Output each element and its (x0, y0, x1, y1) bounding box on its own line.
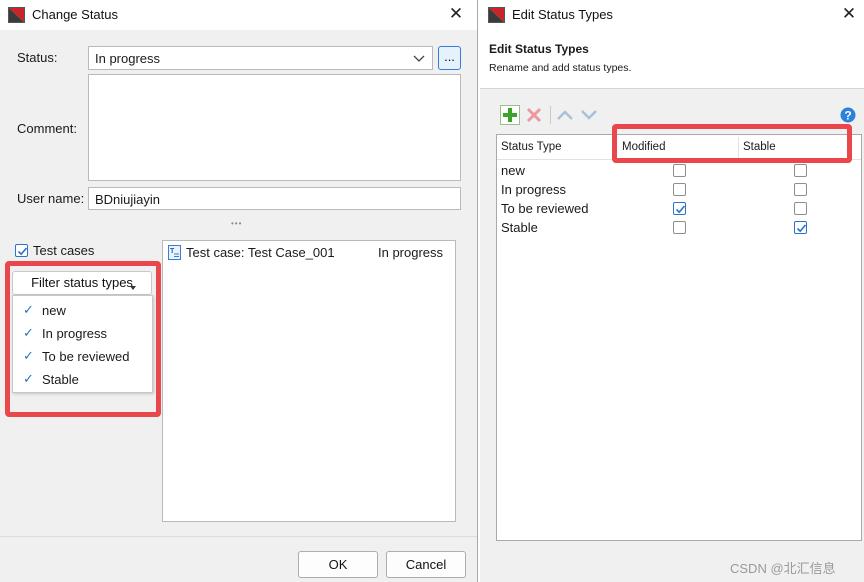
ok-label: OK (328, 557, 348, 572)
comment-field[interactable] (88, 74, 461, 181)
move-down-icon[interactable] (581, 110, 597, 120)
toolbar-separator (550, 106, 551, 124)
cancel-button[interactable]: Cancel (386, 551, 466, 578)
table-row[interactable]: Stable (497, 218, 861, 237)
change-status-dialog: Change Status ✕ Status: In progress ... … (0, 0, 477, 582)
title-bar: Change Status ✕ (0, 0, 477, 30)
close-icon[interactable]: ✕ (447, 5, 465, 23)
modified-checkbox[interactable] (673, 221, 686, 234)
chevron-down-icon (413, 55, 425, 62)
app-icon (488, 7, 505, 23)
stable-checkbox[interactable] (794, 221, 807, 234)
status-type-name: In progress (501, 182, 567, 197)
table-row[interactable]: To be reviewed (497, 199, 861, 218)
test-case-status: In progress (378, 245, 444, 260)
dialog-title: Edit Status Types (512, 7, 613, 22)
splitter-handle[interactable]: ••• (231, 219, 242, 228)
test-case-list[interactable]: T Test case: Test Case_001 In progress (162, 240, 456, 522)
header-divider (480, 88, 864, 89)
username-label: User name: (17, 191, 85, 206)
status-value: In progress (95, 51, 161, 66)
ok-button[interactable]: OK (298, 551, 378, 578)
status-type-name: Stable (501, 220, 538, 235)
test-cases-label: Test cases (33, 243, 95, 258)
filter-highlight-box (5, 261, 161, 417)
dialog-title: Change Status (32, 7, 119, 22)
column-header-status-type[interactable]: Status Type (501, 141, 562, 153)
modified-checkbox[interactable] (673, 183, 686, 196)
status-label: Status: (17, 50, 58, 65)
app-icon (8, 7, 25, 23)
title-bar: Edit Status Types ✕ Edit Status Types Re… (480, 0, 864, 88)
dialog-subheading: Rename and add status types. (489, 62, 632, 74)
columns-highlight-box (612, 124, 852, 163)
test-cases-checkbox[interactable] (15, 244, 28, 257)
stable-checkbox[interactable] (794, 202, 807, 215)
move-up-icon[interactable] (557, 110, 573, 120)
add-icon[interactable] (500, 105, 520, 125)
modified-checkbox[interactable] (673, 164, 686, 177)
status-types-table: Status Type Modified Stable new In progr… (496, 134, 862, 541)
stable-checkbox[interactable] (794, 164, 807, 177)
comment-label: Comment: (17, 121, 77, 136)
list-item[interactable]: T Test case: Test Case_001 In progress (163, 241, 455, 263)
svg-text:?: ? (844, 109, 851, 123)
table-row[interactable]: In progress (497, 180, 861, 199)
test-case-name: Test case: Test Case_001 (186, 245, 335, 260)
status-type-name: To be reviewed (501, 201, 589, 216)
dialog-heading: Edit Status Types (489, 42, 589, 56)
modified-checkbox[interactable] (673, 202, 686, 215)
username-field[interactable]: BDniujiayin (88, 187, 461, 210)
table-row[interactable]: new (497, 161, 861, 180)
edit-status-types-dialog: Edit Status Types ✕ Edit Status Types Re… (480, 0, 864, 582)
test-case-icon: T (168, 245, 181, 260)
footer-divider (0, 536, 477, 537)
watermark: CSDN @北汇信息 (730, 561, 836, 576)
stable-checkbox[interactable] (794, 183, 807, 196)
close-icon[interactable]: ✕ (840, 5, 858, 23)
checkmark-icon (796, 224, 807, 233)
checkmark-icon (675, 205, 686, 214)
help-icon[interactable]: ? (840, 107, 856, 123)
checkmark-icon (17, 247, 28, 256)
browse-button[interactable]: ... (438, 46, 461, 70)
delete-icon[interactable] (526, 107, 542, 123)
browse-label: ... (444, 49, 455, 64)
cancel-label: Cancel (405, 557, 447, 572)
username-value: BDniujiayin (95, 192, 161, 207)
status-type-name: new (501, 163, 525, 178)
status-dropdown[interactable]: In progress (88, 46, 433, 70)
